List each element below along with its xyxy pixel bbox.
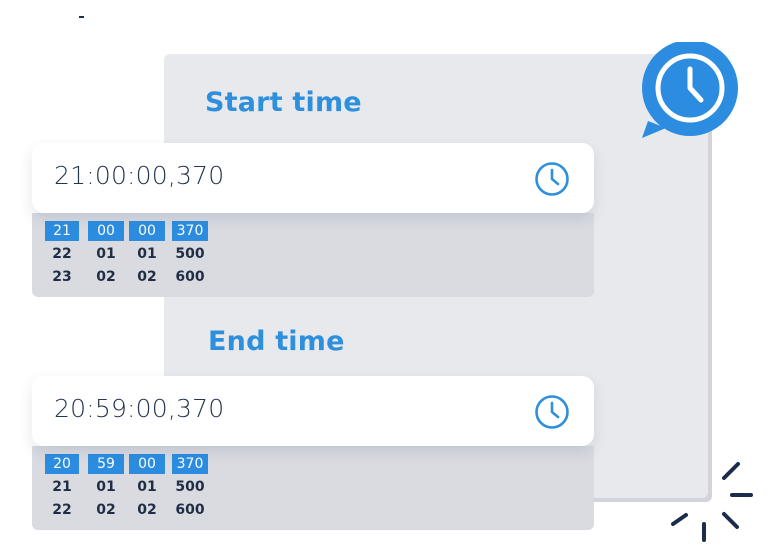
clock-icon[interactable]: [533, 393, 571, 431]
hour-option-selected[interactable]: 21: [45, 221, 79, 241]
start-time-value[interactable]: 21:00:00,370: [54, 161, 224, 190]
second-option[interactable]: 01: [137, 244, 156, 264]
minute-option[interactable]: 02: [96, 267, 115, 287]
millisecond-option-selected[interactable]: 370: [172, 454, 208, 474]
minutes-column: 59 01 02: [88, 454, 124, 523]
second-option[interactable]: 01: [137, 477, 156, 497]
end-time-field[interactable]: 20:59:00,370: [32, 376, 594, 446]
end-time-value[interactable]: 20:59:00,370: [54, 394, 224, 423]
start-time-dropdown: 21 22 23 00 01 02 00 01 02 370 500 600: [32, 213, 594, 297]
hours-column: 20 21 22: [45, 454, 79, 523]
decorative-dash: [79, 16, 84, 18]
hour-option[interactable]: 22: [52, 500, 71, 520]
second-option-selected[interactable]: 00: [129, 454, 165, 474]
hour-option[interactable]: 23: [52, 267, 71, 287]
start-time-title: Start time: [205, 87, 362, 118]
milliseconds-column: 370 500 600: [172, 221, 208, 290]
end-time-dropdown: 20 21 22 59 01 02 00 01 02 370 500 600: [32, 446, 594, 530]
start-time-field[interactable]: 21:00:00,370: [32, 143, 594, 213]
millisecond-option[interactable]: 600: [175, 267, 204, 287]
second-option[interactable]: 02: [137, 267, 156, 287]
hours-column: 21 22 23: [45, 221, 79, 290]
millisecond-option[interactable]: 500: [175, 477, 204, 497]
seconds-column: 00 01 02: [129, 221, 165, 290]
minute-option[interactable]: 02: [96, 500, 115, 520]
minute-option-selected[interactable]: 00: [88, 221, 124, 241]
second-option-selected[interactable]: 00: [129, 221, 165, 241]
clock-badge-icon: [634, 40, 748, 142]
hour-option-selected[interactable]: 20: [45, 454, 79, 474]
minutes-column: 00 01 02: [88, 221, 124, 290]
hour-option[interactable]: 21: [52, 477, 71, 497]
milliseconds-column: 370 500 600: [172, 454, 208, 523]
sparkle-decoration: [666, 458, 760, 546]
minute-option[interactable]: 01: [96, 477, 115, 497]
second-option[interactable]: 02: [137, 500, 156, 520]
clock-icon[interactable]: [533, 160, 571, 198]
millisecond-option[interactable]: 600: [175, 500, 204, 520]
end-time-title: End time: [208, 326, 345, 357]
millisecond-option[interactable]: 500: [175, 244, 204, 264]
hour-option[interactable]: 22: [52, 244, 71, 264]
minute-option-selected[interactable]: 59: [88, 454, 124, 474]
minute-option[interactable]: 01: [96, 244, 115, 264]
seconds-column: 00 01 02: [129, 454, 165, 523]
millisecond-option-selected[interactable]: 370: [172, 221, 208, 241]
